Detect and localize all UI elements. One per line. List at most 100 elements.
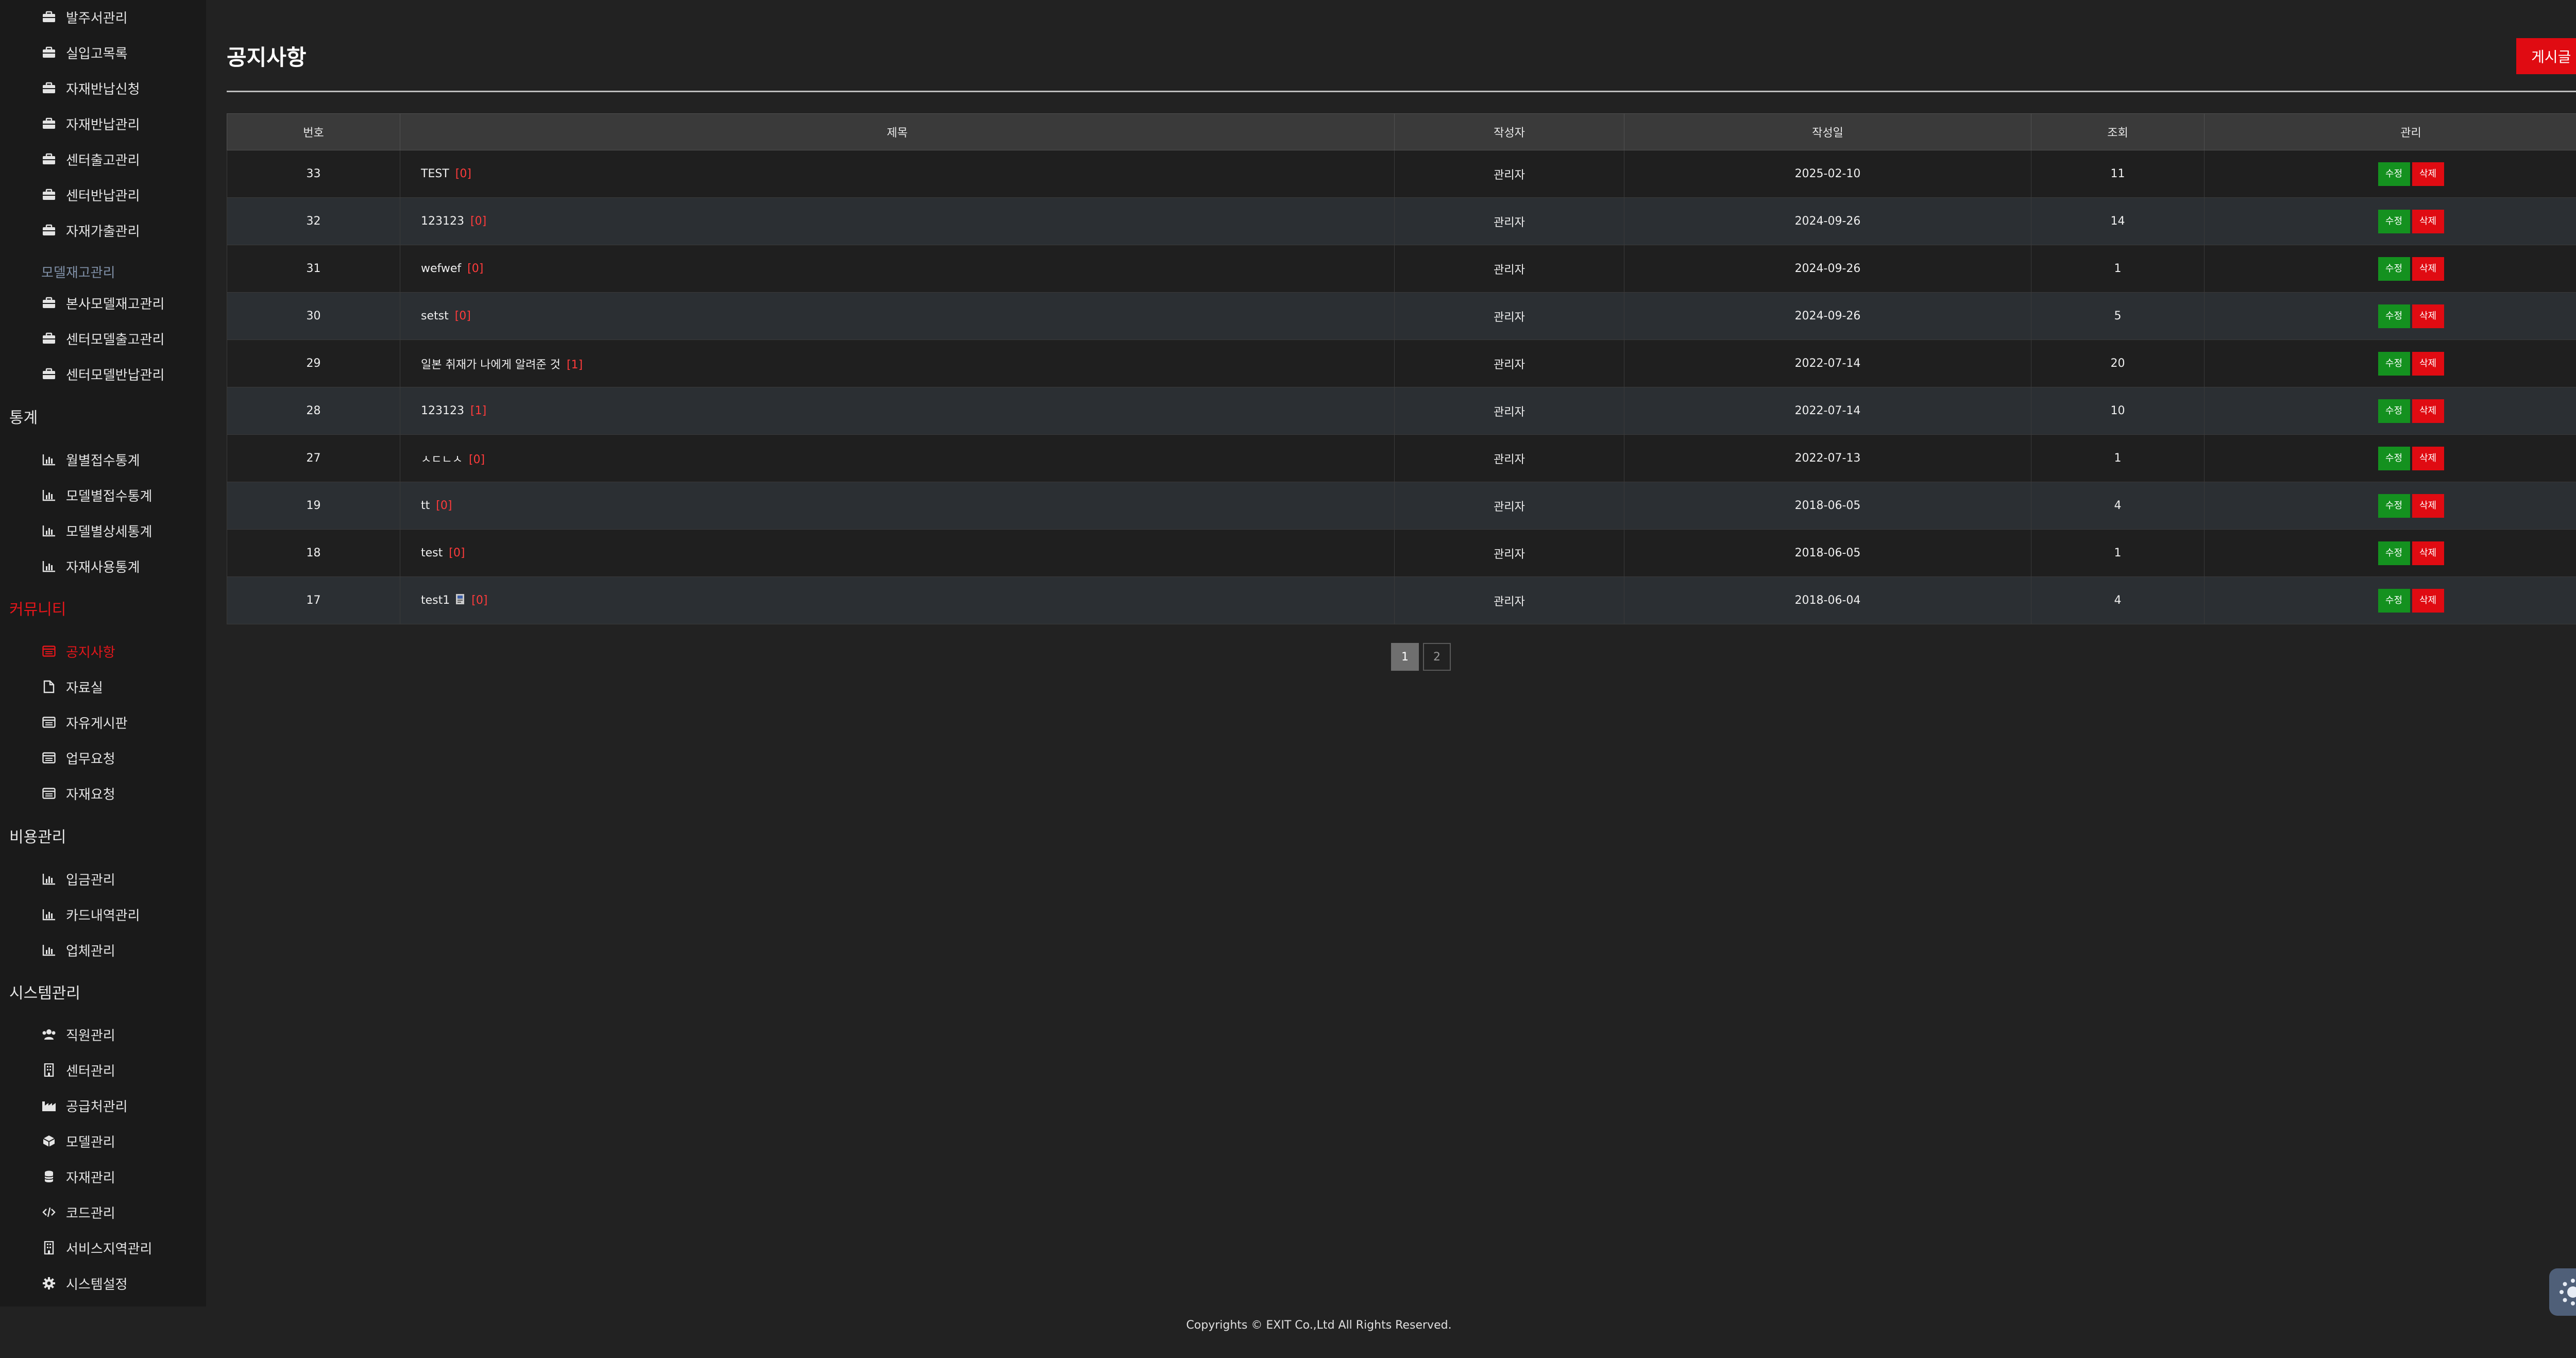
page-title: 공지사항 [227, 45, 307, 70]
board-icon [41, 786, 57, 801]
table-row: 17 test1 [0] 관리자 2018-06-04 4 수정 삭제 [227, 576, 2576, 624]
post-title-link[interactable]: 123123 [421, 215, 464, 228]
edit-button[interactable]: 수정 [2378, 209, 2410, 233]
edit-button[interactable]: 수정 [2378, 494, 2410, 518]
edit-button[interactable]: 수정 [2378, 257, 2410, 281]
edit-button[interactable]: 수정 [2378, 541, 2410, 565]
sidebar-item-15[interactable]: 자료실 [41, 674, 201, 700]
sidebar-group-model-inventory[interactable]: 모델재고관리 [41, 261, 115, 282]
sidebar-item-29[interactable]: 시스템설정 [41, 1270, 201, 1296]
bar-chart-icon [41, 487, 57, 503]
page-button-2[interactable]: 2 [1423, 643, 1451, 671]
file-icon [41, 679, 57, 694]
row-date: 2018-06-04 [1624, 576, 2031, 624]
row-author: 관리자 [1394, 434, 1624, 482]
sidebar-item-18[interactable]: 자재요청 [41, 780, 201, 806]
sidebar-item-5[interactable]: 센터반납관리 [41, 182, 201, 208]
edit-button[interactable]: 수정 [2378, 446, 2410, 470]
delete-button[interactable]: 삭제 [2412, 399, 2444, 423]
post-title-link[interactable]: ㅅㄷㄴㅅ [421, 453, 463, 466]
sidebar-item-12[interactable]: 모델별상세통계 [41, 518, 201, 544]
sidebar-item-label: 모델별접수통계 [66, 488, 152, 504]
delete-button[interactable]: 삭제 [2412, 588, 2444, 613]
notice-table: 번호 제목 작성자 작성일 조회 관리 33 TEST [0] 관리자 2025-02-… [227, 113, 2576, 624]
row-number: 30 [227, 292, 400, 340]
row-date: 2018-06-05 [1624, 529, 2031, 577]
post-title-link[interactable]: tt [421, 499, 430, 512]
bar-chart-icon [41, 907, 57, 922]
row-date: 2022-07-14 [1624, 387, 2031, 435]
sidebar-item-6[interactable]: 자재가출관리 [41, 217, 201, 243]
row-author: 관리자 [1394, 340, 1624, 387]
sidebar-item-26[interactable]: 자재관리 [41, 1164, 201, 1190]
sidebar-item-19[interactable]: 입금관리 [41, 866, 201, 892]
edit-button[interactable]: 수정 [2378, 351, 2410, 376]
bar-chart-icon [41, 871, 57, 887]
sidebar-item-25[interactable]: 모델관리 [41, 1128, 201, 1154]
comment-count: [0] [436, 499, 452, 512]
delete-button[interactable]: 삭제 [2412, 494, 2444, 518]
row-number: 27 [227, 434, 400, 482]
row-title-cell: ㅅㄷㄴㅅ [0] [400, 434, 1395, 482]
sidebar-item-16[interactable]: 자유게시판 [41, 709, 201, 735]
sidebar-item-20[interactable]: 카드내역관리 [41, 902, 201, 927]
delete-button[interactable]: 삭제 [2412, 541, 2444, 565]
post-title-link[interactable]: 일본 취재가 나에게 알려준 것 [421, 359, 561, 371]
sidebar-item-23[interactable]: 센터관리 [41, 1057, 201, 1083]
delete-button[interactable]: 삭제 [2412, 446, 2444, 470]
row-views: 4 [2031, 482, 2205, 530]
post-title-link[interactable]: test [421, 547, 443, 559]
row-date: 2018-06-05 [1624, 482, 2031, 530]
header-manage: 관리 [2204, 113, 2576, 150]
edit-button[interactable]: 수정 [2378, 304, 2410, 328]
sidebar-item-9[interactable]: 센터모델반납관리 [41, 361, 201, 387]
sidebar-item-22[interactable]: 직원관리 [41, 1022, 201, 1047]
delete-button[interactable]: 삭제 [2412, 209, 2444, 233]
sidebar-item-13[interactable]: 자재사용통계 [41, 553, 201, 579]
building-icon [41, 1062, 57, 1078]
sidebar-item-0[interactable]: 발주서관리 [41, 4, 201, 30]
sidebar-item-8[interactable]: 센터모델출고관리 [41, 326, 201, 351]
sidebar-item-label: 모델별상세통계 [66, 524, 152, 540]
row-author: 관리자 [1394, 576, 1624, 624]
post-title-link[interactable]: 123123 [421, 404, 464, 417]
page-button-1[interactable]: 1 [1391, 643, 1419, 671]
row-views: 1 [2031, 245, 2205, 293]
sidebar-item-24[interactable]: 공급처관리 [41, 1093, 201, 1118]
sidebar-item-17[interactable]: 업무요청 [41, 745, 201, 771]
sidebar-item-3[interactable]: 자재반납관리 [41, 111, 201, 137]
edit-button[interactable]: 수정 [2378, 588, 2410, 613]
sidebar-item-14[interactable]: 공지사항 [41, 638, 201, 664]
edit-button[interactable]: 수정 [2378, 162, 2410, 186]
post-title-link[interactable]: TEST [421, 167, 449, 180]
sidebar-item-28[interactable]: 서비스지역관리 [41, 1235, 201, 1261]
edit-button[interactable]: 수정 [2378, 399, 2410, 423]
sidebar-item-21[interactable]: 업체관리 [41, 937, 201, 963]
post-title-link[interactable]: setst [421, 310, 449, 322]
briefcase-icon [41, 116, 57, 131]
delete-button[interactable]: 삭제 [2412, 351, 2444, 376]
sidebar-item-label: 카드내역관리 [66, 908, 140, 924]
sidebar-item-10[interactable]: 월별접수통계 [41, 447, 201, 472]
row-actions: 수정 삭제 [2204, 292, 2576, 340]
row-date: 2025-02-10 [1624, 150, 2031, 198]
sidebar-item-11[interactable]: 모델별접수통계 [41, 482, 201, 508]
row-views: 14 [2031, 197, 2205, 245]
row-views: 4 [2031, 576, 2205, 624]
sidebar-item-4[interactable]: 센터출고관리 [41, 146, 201, 172]
row-views: 1 [2031, 529, 2205, 577]
post-title-link[interactable]: test1 [421, 594, 450, 607]
sidebar-item-label: 자재요청 [66, 787, 115, 803]
post-title-link[interactable]: wefwef [421, 262, 461, 275]
sidebar-section-system: 시스템관리 [9, 984, 80, 1003]
sidebar-item-2[interactable]: 자재반납신청 [41, 75, 201, 101]
sidebar-item-7[interactable]: 본사모델재고관리 [41, 290, 201, 316]
sidebar-item-label: 업체관리 [66, 943, 115, 959]
theme-toggle-button[interactable] [2549, 1268, 2576, 1316]
sidebar-item-27[interactable]: 코드관리 [41, 1199, 201, 1225]
write-post-button[interactable]: 게시글 작성 [2516, 38, 2576, 74]
sidebar-item-1[interactable]: 실입고목록 [41, 40, 201, 65]
delete-button[interactable]: 삭제 [2412, 162, 2444, 186]
delete-button[interactable]: 삭제 [2412, 304, 2444, 328]
delete-button[interactable]: 삭제 [2412, 257, 2444, 281]
